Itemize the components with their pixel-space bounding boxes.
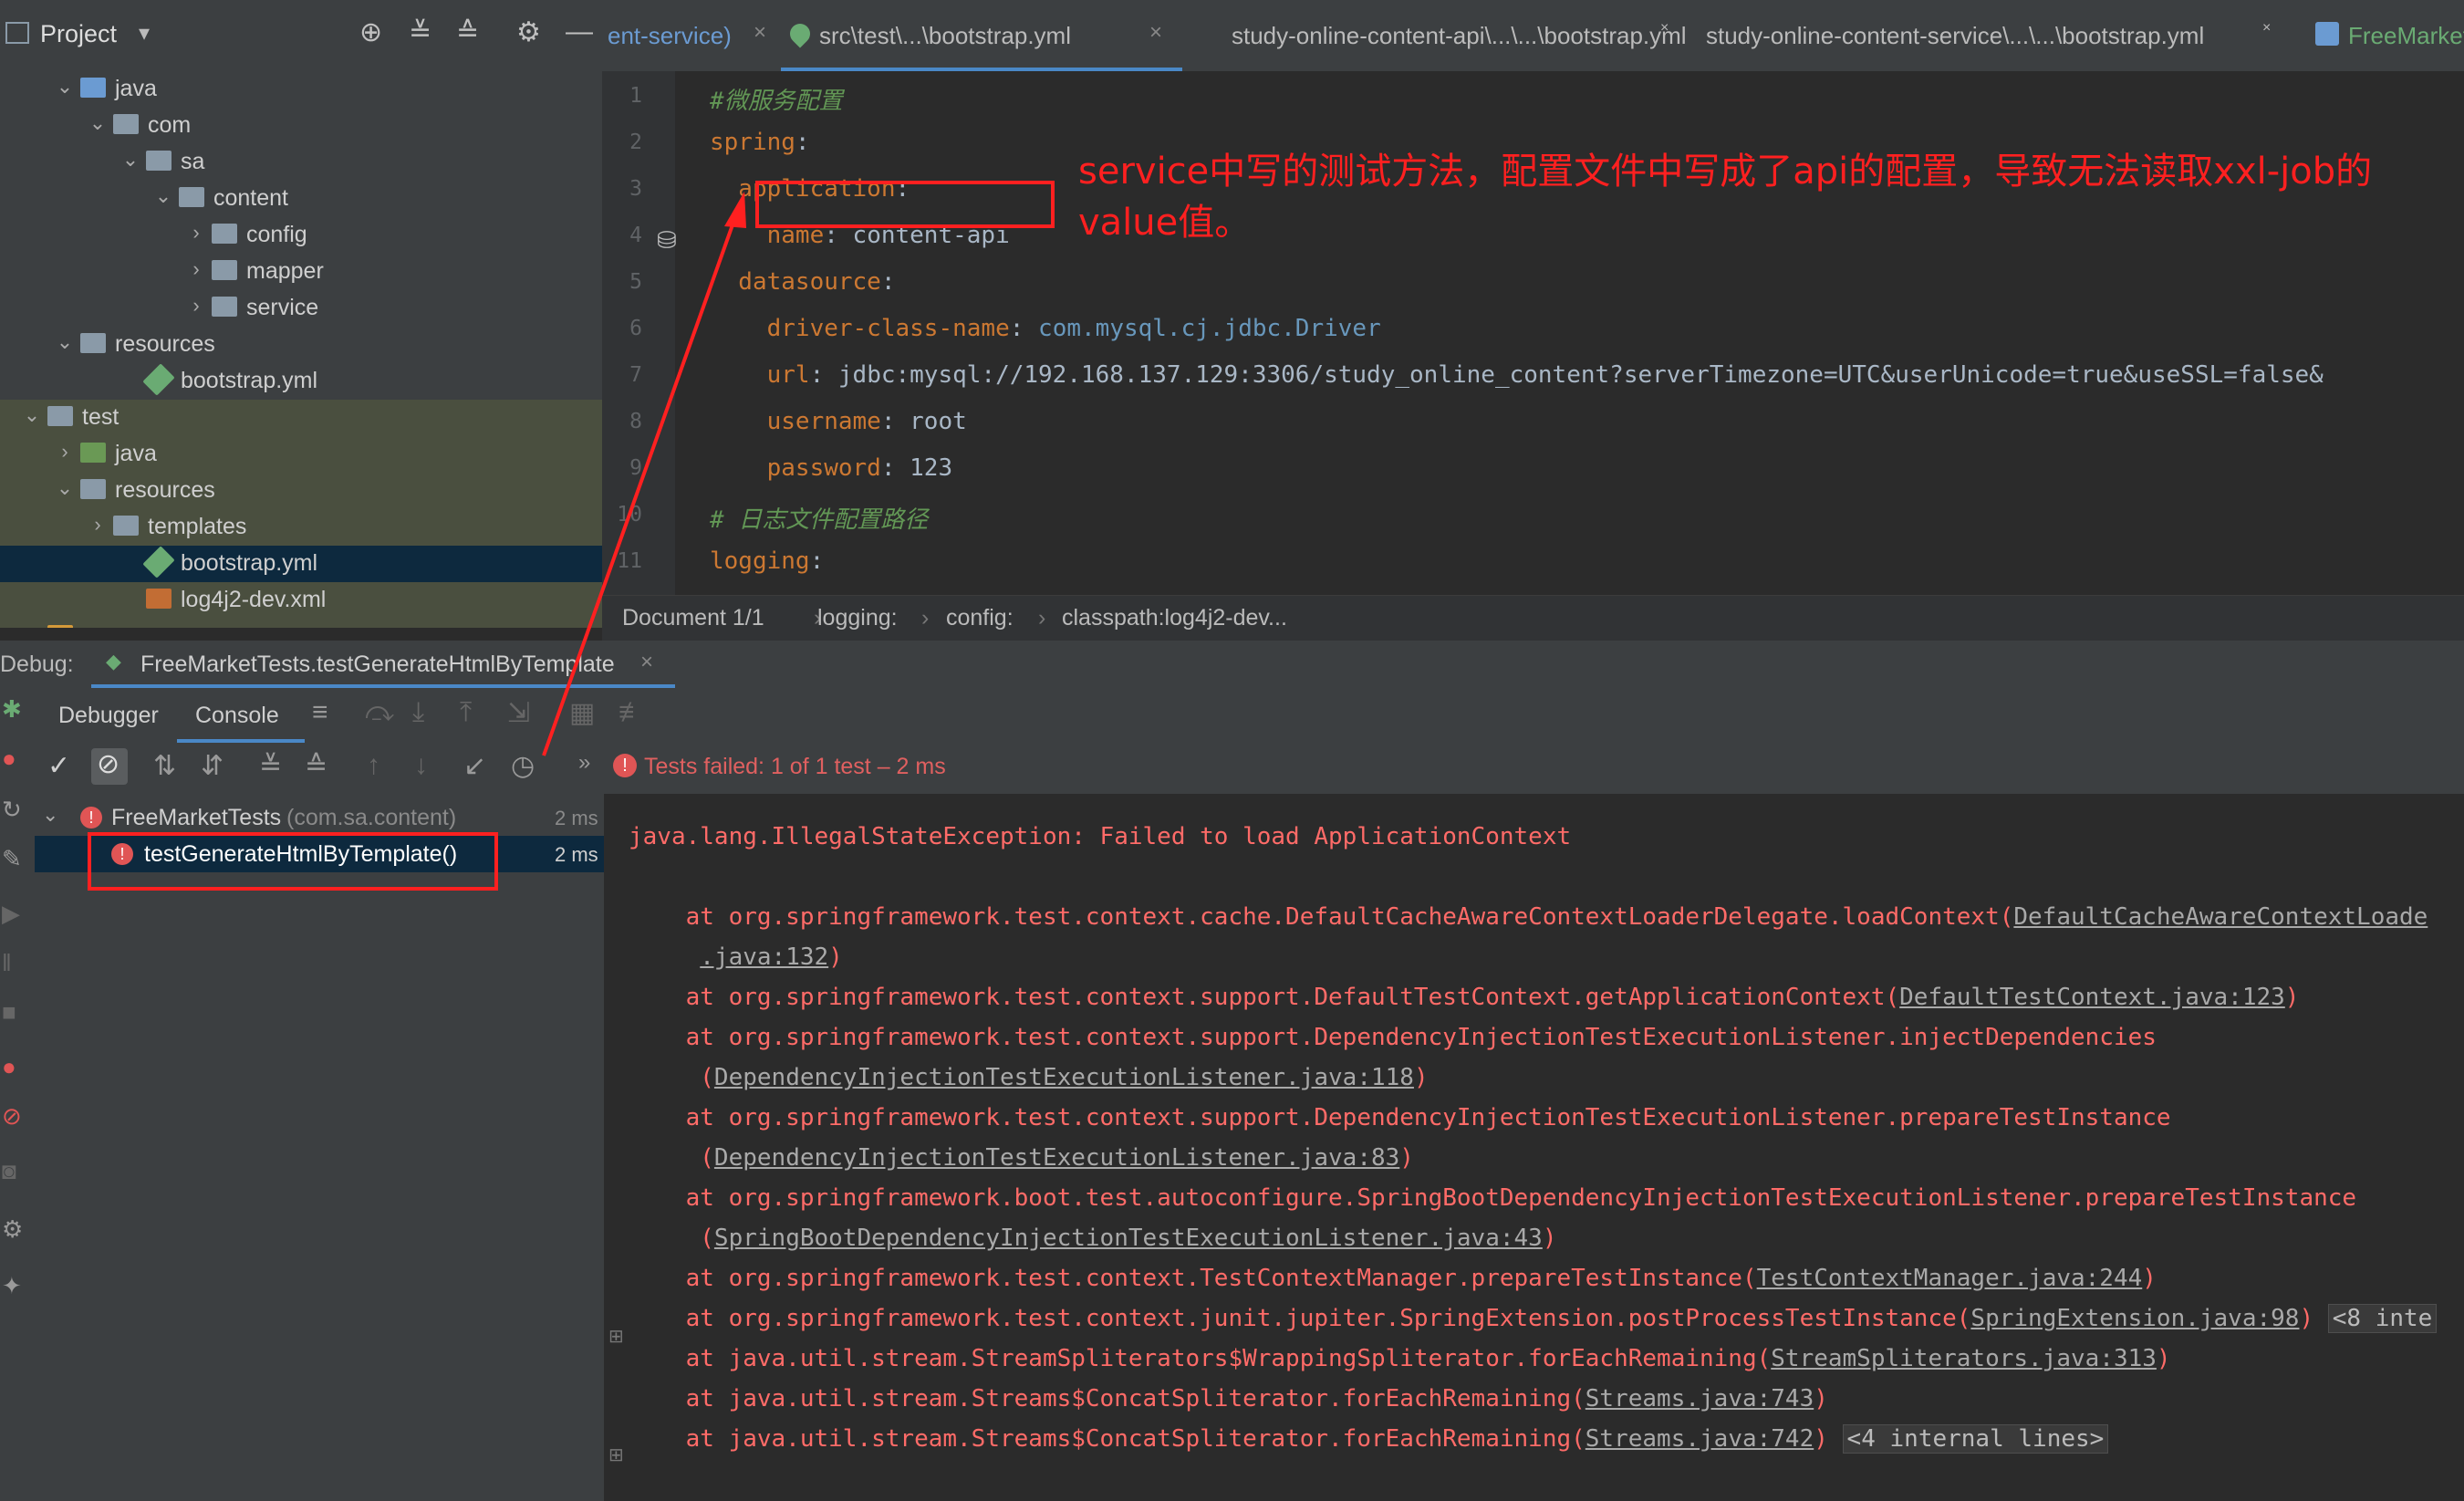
annotation-note: service中写的测试方法，配置文件中写成了api的配置，导致无法读取xxl-…	[1078, 151, 2373, 244]
